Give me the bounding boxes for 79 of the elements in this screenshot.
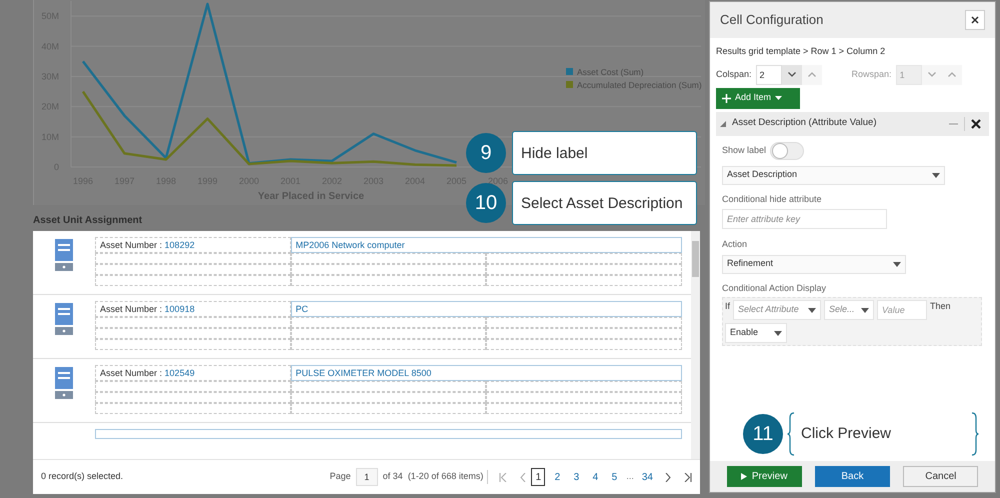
operator-select[interactable]: Sele... <box>824 300 874 320</box>
item-range: (1-20 of 668 items) <box>408 470 488 484</box>
minimize-icon[interactable] <box>949 122 958 124</box>
chevron-down-icon <box>928 72 936 77</box>
field-label: Action <box>722 238 748 251</box>
attribute-select[interactable]: Select Attribute <box>733 300 822 320</box>
show-label-toggle[interactable] <box>770 142 804 160</box>
close-button[interactable] <box>965 10 985 30</box>
page-button[interactable]: 3 <box>569 468 584 486</box>
caret-down-icon <box>808 308 816 312</box>
item-header[interactable]: Asset Description (Attribute Value) <box>716 112 989 136</box>
caret-down-icon <box>893 262 901 266</box>
plus-icon <box>722 94 731 102</box>
computer-icon <box>55 239 73 271</box>
computer-icon <box>55 303 73 335</box>
page-button[interactable]: 2 <box>550 468 564 486</box>
play-icon <box>740 473 747 480</box>
increment-button[interactable] <box>942 64 962 84</box>
description-cell: PULSE OXIMETER MODEL 8500 <box>290 365 682 381</box>
scrollbar[interactable] <box>691 231 700 459</box>
page-button[interactable]: 5 <box>607 468 622 486</box>
first-page-icon[interactable] <box>499 472 508 482</box>
field-label: Asset Number : <box>100 240 162 250</box>
description-cell: PC <box>290 301 682 317</box>
caret-down-icon <box>774 330 782 336</box>
show-label-text: Show label <box>722 144 766 157</box>
remove-icon[interactable] <box>971 118 981 128</box>
span-label: Colspan: <box>716 68 752 81</box>
chevron-up-icon <box>808 72 816 77</box>
callout-text: Click Preview <box>800 424 892 444</box>
page-input[interactable]: 1 <box>356 468 378 486</box>
footer-button[interactable]: Preview <box>726 466 802 487</box>
last-page-icon[interactable] <box>684 472 692 482</box>
if-label: If <box>725 300 730 313</box>
caret-down-icon <box>861 308 870 312</box>
selection-status: 0 record(s) selected. <box>41 470 124 484</box>
description-cell: MP2006 Network computer <box>290 237 682 253</box>
value-input[interactable]: Value <box>877 300 928 320</box>
action-select[interactable]: Refinement <box>722 254 906 274</box>
caret-down-icon <box>775 96 782 100</box>
decrement-button[interactable] <box>782 64 802 84</box>
page-button[interactable]: 34 <box>638 468 656 486</box>
callout-box: Hide label <box>512 131 697 175</box>
page-button[interactable]: 4 <box>588 468 602 486</box>
step-number-badge: 10 <box>466 183 506 223</box>
previous-page-icon[interactable] <box>520 472 526 482</box>
field-label: Conditional Action Display <box>722 282 828 295</box>
chevron-down-icon <box>788 72 796 77</box>
right-brace-icon <box>971 412 979 456</box>
then-label: Then <box>930 300 951 313</box>
span-label: Rowspan: <box>852 68 892 81</box>
panel-title: Cell Configuration <box>720 11 824 30</box>
asset-number-link[interactable]: 102549 <box>164 368 195 378</box>
asset-number-link[interactable]: 100918 <box>164 304 195 314</box>
field-label: Conditional hide attribute <box>722 192 823 206</box>
attribute-select[interactable]: Asset Description <box>722 166 945 184</box>
result-select[interactable]: Enable <box>725 323 787 343</box>
attribute-key-input[interactable]: Enter attribute key <box>722 209 887 229</box>
item-title: Asset Description (Attribute Value) <box>732 116 876 130</box>
footer-button[interactable]: Cancel <box>903 466 978 487</box>
computer-icon <box>55 367 73 399</box>
add-item-button[interactable]: Add Item <box>716 88 800 108</box>
close-icon <box>971 16 979 24</box>
next-page-icon[interactable] <box>665 472 671 482</box>
page-label: Page <box>330 470 351 484</box>
footer-button[interactable]: Back <box>814 466 890 487</box>
chevron-up-icon <box>948 72 956 77</box>
caret-down-icon <box>932 172 940 178</box>
field-label: Asset Number : <box>100 368 162 378</box>
asset-number-link[interactable]: 108292 <box>164 240 195 250</box>
page-button[interactable]: 1 <box>531 468 546 486</box>
field-label: Asset Number : <box>100 304 162 314</box>
span-input[interactable]: 2 <box>756 64 782 84</box>
section-title: Asset Unit Assignment <box>33 214 144 228</box>
left-brace-icon <box>787 412 795 456</box>
page-total: of 34 <box>382 470 403 484</box>
callout-box: Select Asset Description <box>512 181 697 225</box>
page-ellipsis: ... <box>626 470 634 484</box>
breadcrumb: Results grid template > Row 1 > Column 2 <box>716 45 886 58</box>
